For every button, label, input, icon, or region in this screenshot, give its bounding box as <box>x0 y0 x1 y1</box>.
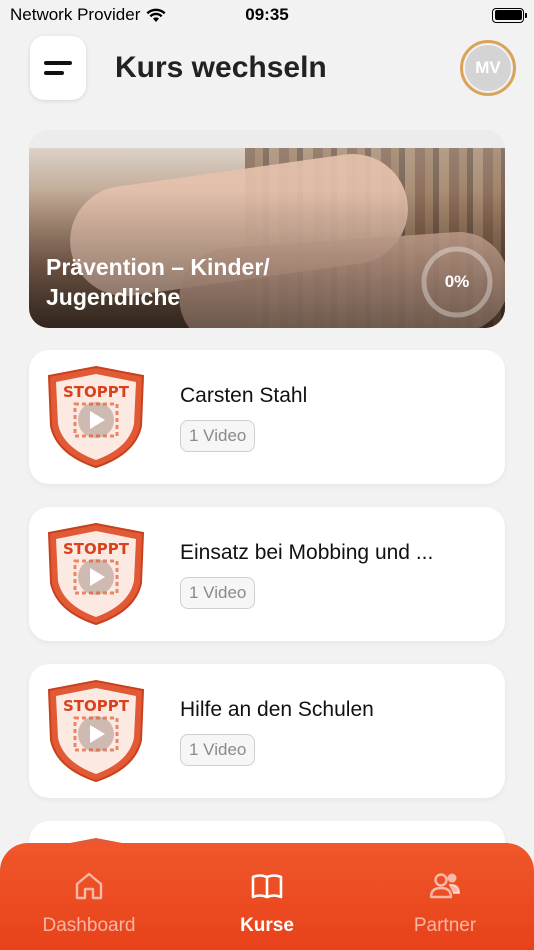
wifi-icon <box>146 8 166 22</box>
battery-icon <box>492 7 527 23</box>
nav-dashboard[interactable]: Dashboard <box>0 843 178 950</box>
users-icon <box>429 873 461 899</box>
nav-dashboard-label: Dashboard <box>42 915 136 936</box>
course-logo-icon: STOPPT <box>47 679 145 783</box>
course-card[interactable]: STOPPT Einsatz bei Mobbing und ... 1 Vid… <box>29 507 505 641</box>
course-title: Carsten Stahl <box>180 384 308 407</box>
progress-ring: 0% <box>419 244 495 320</box>
video-count-badge: 1 Video <box>180 734 256 766</box>
svg-text:STOPPT: STOPPT <box>63 383 130 401</box>
nav-partner-label: Partner <box>413 915 477 936</box>
nav-partner[interactable]: Partner <box>356 843 534 950</box>
home-icon <box>75 872 103 900</box>
course-card[interactable]: STOPPT Hilfe an den Schulen 1 Video <box>29 664 505 798</box>
course-logo-icon: STOPPT <box>47 365 145 469</box>
carrier-label: Network Provider <box>10 5 141 24</box>
avatar[interactable]: MV <box>460 40 516 96</box>
menu-icon-line <box>44 71 64 75</box>
status-bar: Network Provider 09:35 <box>0 0 534 30</box>
course-title: Hilfe an den Schulen <box>180 698 374 721</box>
current-course-title: Prävention – Kinder/ Jugendliche <box>46 254 270 310</box>
status-left: Network Provider <box>10 5 166 25</box>
svg-text:STOPPT: STOPPT <box>63 540 130 558</box>
video-count-badge: 1 Video <box>180 577 256 609</box>
current-course-card[interactable]: Prävention – Kinder/ Jugendliche 0% <box>29 130 505 328</box>
progress-label: 0% <box>444 272 470 291</box>
svg-text:STOPPT: STOPPT <box>63 697 130 715</box>
menu-button[interactable] <box>30 36 86 100</box>
video-count-badge: 1 Video <box>180 420 256 452</box>
course-logo-icon: STOPPT <box>47 522 145 626</box>
book-icon <box>251 874 283 899</box>
course-card[interactable]: STOPPT Carsten Stahl 1 Video <box>29 350 505 484</box>
bottom-navigation: Dashboard Kurse Partner <box>0 843 534 950</box>
nav-kurse-label: Kurse <box>240 915 294 936</box>
page-title: Kurs wechseln <box>115 51 327 84</box>
nav-kurse[interactable]: Kurse <box>178 843 356 950</box>
header: Kurs wechseln MV <box>0 36 534 102</box>
menu-icon <box>44 61 72 65</box>
course-title: Einsatz bei Mobbing und ... <box>180 541 434 564</box>
status-time: 09:35 <box>245 5 289 24</box>
